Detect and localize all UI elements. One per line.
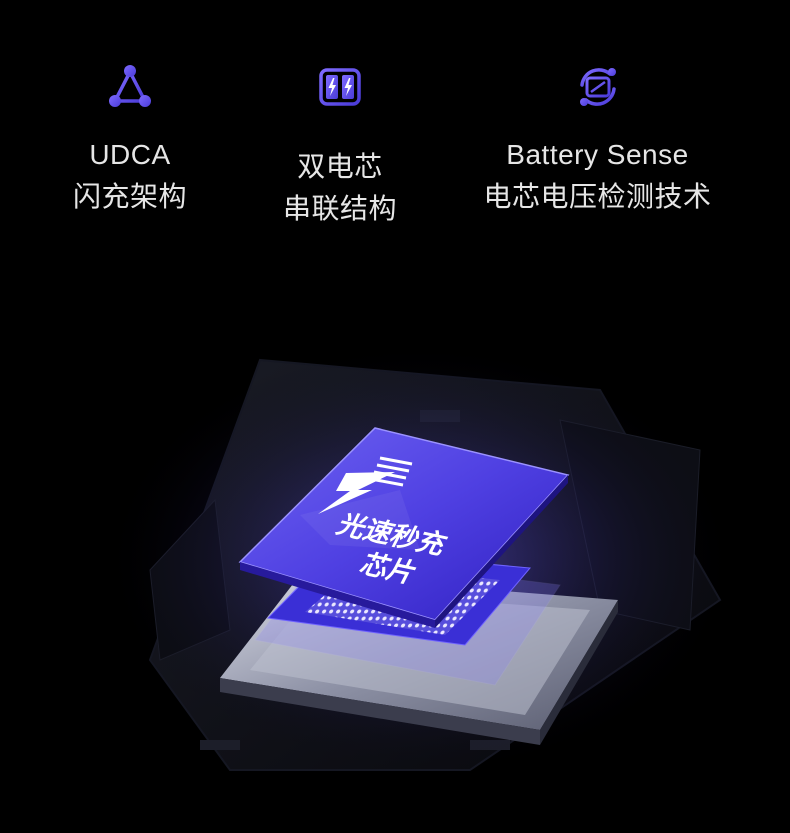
triangle-network-icon (105, 62, 155, 112)
feature-battery-sense: Battery Sense 电芯电压检测技术 (455, 62, 740, 218)
battery-sense-icon (573, 62, 623, 112)
feature-udca: UDCA 闪充架构 (40, 62, 220, 218)
feature-title: Battery Sense (506, 139, 689, 170)
feature-title: UDCA (89, 139, 171, 170)
feature-subtitle: 电芯电压检测技术 (483, 181, 712, 212)
feature-subtitle: 串联结构 (282, 193, 397, 224)
feature-row: UDCA 闪充架构 双电芯 串联结构 Battery Sense 电芯电压检测技… (0, 0, 790, 260)
chip-illustration: 光速秒充 芯片 (0, 300, 790, 828)
feature-title: 双电芯 (297, 151, 383, 182)
feature-subtitle: 闪充架构 (72, 181, 187, 212)
feature-dual-cell: 双电芯 串联结构 (250, 62, 430, 230)
dual-battery-bolt-icon (315, 62, 365, 112)
